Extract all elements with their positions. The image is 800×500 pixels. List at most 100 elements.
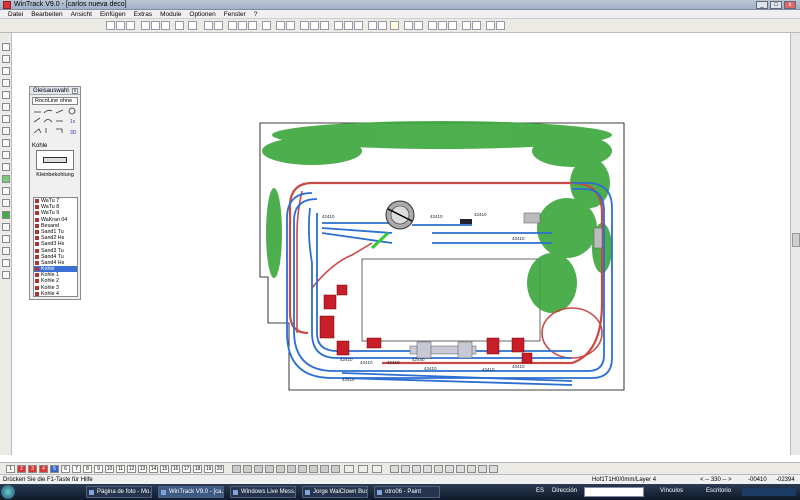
3d-view-icon[interactable] [428, 21, 437, 30]
text-icon[interactable] [448, 21, 457, 30]
tree-tool-icon[interactable] [2, 175, 10, 183]
task-wintrack[interactable]: WinTrack V9.0 - [ca... [158, 486, 224, 498]
catenary-tool-icon[interactable] [2, 235, 10, 243]
layer-button-8[interactable]: 8 [83, 465, 92, 473]
layer-button-15[interactable]: 15 [160, 465, 169, 473]
desktop-label[interactable]: Escritorio [706, 488, 731, 494]
wall-tool-icon[interactable] [2, 115, 10, 123]
layer-button-10[interactable]: 10 [105, 465, 114, 473]
select-icon[interactable] [472, 21, 481, 30]
menu-fenster[interactable]: Fenster [220, 10, 250, 18]
cut-icon[interactable] [300, 21, 309, 30]
track-type-icons[interactable]: 1x 3D [32, 107, 78, 141]
building-tool-icon[interactable] [2, 127, 10, 135]
menu-module[interactable]: Module [156, 10, 185, 18]
task-browser[interactable]: Jorge WaiClown Bus... [302, 486, 368, 498]
layer-gray-button[interactable] [331, 465, 340, 473]
page-setup-icon[interactable] [161, 21, 170, 30]
task-photo-page[interactable]: Página de foto - Mo... [86, 486, 152, 498]
scroll-thumb[interactable] [792, 233, 800, 247]
item-list[interactable]: WaTu 7 WaTu 8 WaTu 9 WaKran 04 Besand Sa… [33, 197, 78, 297]
nav-prev-icon[interactable] [401, 465, 410, 473]
copy-icon[interactable] [310, 21, 319, 30]
layer-button-11[interactable]: 11 [116, 465, 125, 473]
rotate-left-icon[interactable] [334, 21, 343, 30]
grid-icon[interactable] [204, 21, 213, 30]
maximize-button[interactable]: □ [770, 1, 782, 9]
vertical-scrollbar[interactable] [790, 33, 800, 455]
address-input[interactable] [584, 487, 644, 497]
menu-bearbeiten[interactable]: Bearbeiten [27, 10, 66, 18]
layer-gray-button[interactable] [243, 465, 252, 473]
layer-gray-button[interactable] [309, 465, 318, 473]
task-messenger[interactable]: Windows Live Mess... [230, 486, 296, 498]
polygon-tool-icon[interactable] [2, 163, 10, 171]
nav-option-icon[interactable] [489, 465, 498, 473]
road-tool-icon[interactable] [2, 199, 10, 207]
track-tool-icon[interactable] [2, 43, 10, 51]
pencil-icon[interactable] [390, 21, 399, 30]
nav-end-icon[interactable] [445, 465, 454, 473]
layer-button-2[interactable]: 2 [17, 465, 26, 473]
menu-extras[interactable]: Extras [130, 10, 156, 18]
layout-canvas[interactable]: 42410 42410 42410 42410 42440 42410 4241… [12, 33, 790, 455]
measure-icon[interactable] [462, 21, 471, 30]
layer-button-20[interactable]: 20 [215, 465, 224, 473]
layer-button-6[interactable]: 6 [61, 465, 70, 473]
task-paint[interactable]: otro06 - Paint [374, 486, 440, 498]
zoom-window-icon[interactable] [248, 21, 257, 30]
layer-button-14[interactable]: 14 [149, 465, 158, 473]
nav-next-icon[interactable] [423, 465, 432, 473]
layer-button-12[interactable]: 12 [127, 465, 136, 473]
close-button[interactable]: x [784, 1, 796, 9]
layer-button-7[interactable]: 7 [72, 465, 81, 473]
curve-tool-icon[interactable] [2, 79, 10, 87]
layer-gray-button[interactable] [232, 465, 241, 473]
figure-tool-icon[interactable] [2, 259, 10, 267]
rotate-right-icon[interactable] [344, 21, 353, 30]
list-item[interactable]: Kohle 4 [34, 291, 77, 296]
track-system-dropdown[interactable]: RocoLine ohne [32, 97, 78, 105]
nav-first-icon[interactable] [390, 465, 399, 473]
language-indicator[interactable]: ES [536, 488, 544, 494]
train-icon[interactable] [358, 465, 368, 473]
switch-tool-icon[interactable] [2, 67, 10, 75]
document-icon[interactable] [175, 21, 184, 30]
layer-button-18[interactable]: 18 [193, 465, 202, 473]
redraw-icon[interactable] [262, 21, 271, 30]
flex-tool-icon[interactable] [2, 55, 10, 63]
help-pointer-icon[interactable] [486, 21, 495, 30]
signal-tool-icon[interactable] [2, 91, 10, 99]
signal-icon[interactable] [372, 465, 382, 473]
line-tool-icon[interactable] [2, 151, 10, 159]
layer-gray-button[interactable] [265, 465, 274, 473]
fence-tool-icon[interactable] [2, 247, 10, 255]
nav-play-icon[interactable] [412, 465, 421, 473]
layer-button-3[interactable]: 3 [28, 465, 37, 473]
menu-datei[interactable]: Datei [4, 10, 27, 18]
bridge-tool-icon[interactable] [2, 103, 10, 111]
ruler-icon[interactable] [404, 21, 413, 30]
landscape-tool-icon[interactable] [2, 187, 10, 195]
menu-help[interactable]: ? [250, 10, 262, 18]
grass-tool-icon[interactable] [2, 211, 10, 219]
layer-button-4[interactable]: 4 [39, 465, 48, 473]
font-tool-icon[interactable] [2, 271, 10, 279]
redo-icon[interactable] [286, 21, 295, 30]
layer-gray-button[interactable] [276, 465, 285, 473]
system-tray[interactable] [742, 488, 796, 496]
text-tool-icon[interactable] [2, 139, 10, 147]
height-icon[interactable] [414, 21, 423, 30]
info-icon[interactable] [496, 21, 505, 30]
layer-button-17[interactable]: 17 [182, 465, 191, 473]
connect-tracks-icon[interactable] [368, 21, 377, 30]
layer-button-5[interactable]: 5 [50, 465, 59, 473]
layer-gray-button[interactable] [287, 465, 296, 473]
undo-icon[interactable] [276, 21, 285, 30]
track-plan[interactable]: 42410 42410 42410 42410 42440 42410 4241… [12, 33, 790, 455]
links-label[interactable]: Vínculos [660, 488, 683, 494]
layer-gray-button[interactable] [298, 465, 307, 473]
nav-repeat-icon[interactable] [478, 465, 487, 473]
new-file-icon[interactable] [106, 21, 115, 30]
flex-track-icon[interactable] [378, 21, 387, 30]
